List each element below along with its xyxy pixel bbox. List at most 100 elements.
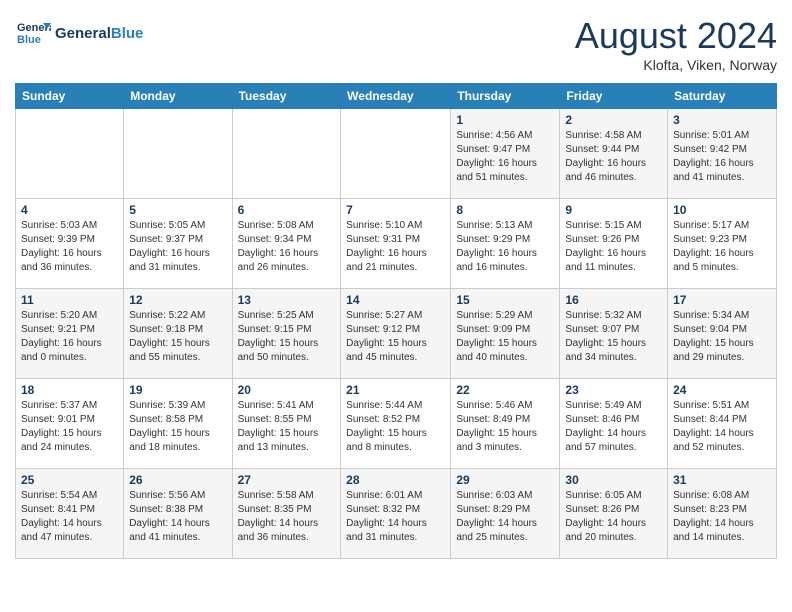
calendar-cell: 30 Sunrise: 6:05 AM Sunset: 8:26 PM Dayli… bbox=[560, 469, 668, 559]
calendar-cell: 5 Sunrise: 5:05 AM Sunset: 9:37 PM Daylig… bbox=[124, 199, 232, 289]
page-header: General Blue GeneralBlue August 2024 Klo… bbox=[15, 15, 777, 73]
day-number: 18 bbox=[21, 383, 118, 397]
calendar-week-row: 18 Sunrise: 5:37 AM Sunset: 9:01 PM Dayli… bbox=[16, 379, 777, 469]
day-number: 6 bbox=[238, 203, 336, 217]
logo: General Blue GeneralBlue bbox=[15, 15, 143, 51]
day-number: 8 bbox=[456, 203, 554, 217]
day-number: 11 bbox=[21, 293, 118, 307]
calendar-cell: 4Sunrise: 5:03 AM Sunset: 9:39 PM Daylig… bbox=[16, 199, 124, 289]
calendar-cell: 8 Sunrise: 5:13 AM Sunset: 9:29 PM Daylig… bbox=[451, 199, 560, 289]
day-number: 29 bbox=[456, 473, 554, 487]
logo-text: GeneralBlue bbox=[55, 25, 143, 42]
column-header-friday: Friday bbox=[560, 84, 668, 109]
day-number: 5 bbox=[129, 203, 226, 217]
day-info: Sunrise: 5:27 AM Sunset: 9:12 PM Dayligh… bbox=[346, 309, 445, 365]
day-info: Sunrise: 5:13 AM Sunset: 9:29 PM Dayligh… bbox=[456, 219, 554, 275]
calendar-cell: 26Sunrise: 5:56 AM Sunset: 8:38 PM Dayli… bbox=[124, 469, 232, 559]
calendar-cell: 23 Sunrise: 5:49 AM Sunset: 8:46 PM Dayli… bbox=[560, 379, 668, 469]
day-number: 19 bbox=[129, 383, 226, 397]
day-info: Sunrise: 5:22 AM Sunset: 9:18 PM Dayligh… bbox=[129, 309, 226, 365]
day-number: 2 bbox=[565, 113, 662, 127]
day-info: Sunrise: 6:03 AM Sunset: 8:29 PM Dayligh… bbox=[456, 489, 554, 545]
day-number: 22 bbox=[456, 383, 554, 397]
day-number: 9 bbox=[565, 203, 662, 217]
calendar-cell: 11 Sunrise: 5:20 AM Sunset: 9:21 PM Dayli… bbox=[16, 289, 124, 379]
day-info: Sunrise: 5:17 AM Sunset: 9:23 PM Dayligh… bbox=[673, 219, 771, 275]
calendar-cell: 16 Sunrise: 5:32 AM Sunset: 9:07 PM Dayli… bbox=[560, 289, 668, 379]
day-info: Sunrise: 5:39 AM Sunset: 8:58 PM Dayligh… bbox=[129, 399, 226, 455]
day-number: 14 bbox=[346, 293, 445, 307]
day-number: 13 bbox=[238, 293, 336, 307]
day-number: 23 bbox=[565, 383, 662, 397]
column-header-saturday: Saturday bbox=[668, 84, 777, 109]
calendar-cell bbox=[124, 109, 232, 199]
day-info: Sunrise: 5:01 AM Sunset: 9:42 PM Dayligh… bbox=[673, 129, 771, 185]
calendar-cell: 13Sunrise: 5:25 AM Sunset: 9:15 PM Dayli… bbox=[232, 289, 341, 379]
calendar-cell bbox=[232, 109, 341, 199]
day-info: Sunrise: 5:56 AM Sunset: 8:38 PM Dayligh… bbox=[129, 489, 226, 545]
day-info: Sunrise: 5:54 AM Sunset: 8:41 PM Dayligh… bbox=[21, 489, 118, 545]
calendar-cell: 17Sunrise: 5:34 AM Sunset: 9:04 PM Dayli… bbox=[668, 289, 777, 379]
calendar-cell: 7Sunrise: 5:10 AM Sunset: 9:31 PM Daylig… bbox=[341, 199, 451, 289]
calendar-week-row: 25 Sunrise: 5:54 AM Sunset: 8:41 PM Dayli… bbox=[16, 469, 777, 559]
calendar-cell: 10 Sunrise: 5:17 AM Sunset: 9:23 PM Dayli… bbox=[668, 199, 777, 289]
day-number: 25 bbox=[21, 473, 118, 487]
day-info: Sunrise: 5:37 AM Sunset: 9:01 PM Dayligh… bbox=[21, 399, 118, 455]
calendar-cell: 24 Sunrise: 5:51 AM Sunset: 8:44 PM Dayli… bbox=[668, 379, 777, 469]
day-info: Sunrise: 5:49 AM Sunset: 8:46 PM Dayligh… bbox=[565, 399, 662, 455]
day-number: 27 bbox=[238, 473, 336, 487]
calendar-cell: 12Sunrise: 5:22 AM Sunset: 9:18 PM Dayli… bbox=[124, 289, 232, 379]
calendar-cell: 20Sunrise: 5:41 AM Sunset: 8:55 PM Dayli… bbox=[232, 379, 341, 469]
day-number: 30 bbox=[565, 473, 662, 487]
calendar-cell: 31Sunrise: 6:08 AM Sunset: 8:23 PM Dayli… bbox=[668, 469, 777, 559]
day-info: Sunrise: 5:15 AM Sunset: 9:26 PM Dayligh… bbox=[565, 219, 662, 275]
calendar-cell: 1 Sunrise: 4:56 AM Sunset: 9:47 PM Daylig… bbox=[451, 109, 560, 199]
calendar-cell: 22 Sunrise: 5:46 AM Sunset: 8:49 PM Dayli… bbox=[451, 379, 560, 469]
day-number: 16 bbox=[565, 293, 662, 307]
day-info: Sunrise: 5:46 AM Sunset: 8:49 PM Dayligh… bbox=[456, 399, 554, 455]
day-number: 3 bbox=[673, 113, 771, 127]
column-header-sunday: Sunday bbox=[16, 84, 124, 109]
calendar-cell: 9 Sunrise: 5:15 AM Sunset: 9:26 PM Daylig… bbox=[560, 199, 668, 289]
calendar-cell: 18 Sunrise: 5:37 AM Sunset: 9:01 PM Dayli… bbox=[16, 379, 124, 469]
day-number: 1 bbox=[456, 113, 554, 127]
calendar-cell bbox=[341, 109, 451, 199]
day-info: Sunrise: 5:44 AM Sunset: 8:52 PM Dayligh… bbox=[346, 399, 445, 455]
calendar-week-row: 4Sunrise: 5:03 AM Sunset: 9:39 PM Daylig… bbox=[16, 199, 777, 289]
day-info: Sunrise: 5:51 AM Sunset: 8:44 PM Dayligh… bbox=[673, 399, 771, 455]
day-info: Sunrise: 5:20 AM Sunset: 9:21 PM Dayligh… bbox=[21, 309, 118, 365]
day-info: Sunrise: 4:58 AM Sunset: 9:44 PM Dayligh… bbox=[565, 129, 662, 185]
day-number: 10 bbox=[673, 203, 771, 217]
calendar-cell: 2 Sunrise: 4:58 AM Sunset: 9:44 PM Daylig… bbox=[560, 109, 668, 199]
calendar-cell: 6 Sunrise: 5:08 AM Sunset: 9:34 PM Daylig… bbox=[232, 199, 341, 289]
calendar-week-row: 11 Sunrise: 5:20 AM Sunset: 9:21 PM Dayli… bbox=[16, 289, 777, 379]
column-header-wednesday: Wednesday bbox=[341, 84, 451, 109]
calendar-week-row: 1 Sunrise: 4:56 AM Sunset: 9:47 PM Daylig… bbox=[16, 109, 777, 199]
day-number: 17 bbox=[673, 293, 771, 307]
calendar-cell: 19 Sunrise: 5:39 AM Sunset: 8:58 PM Dayli… bbox=[124, 379, 232, 469]
day-info: Sunrise: 6:05 AM Sunset: 8:26 PM Dayligh… bbox=[565, 489, 662, 545]
calendar-cell bbox=[16, 109, 124, 199]
calendar-cell: 3 Sunrise: 5:01 AM Sunset: 9:42 PM Daylig… bbox=[668, 109, 777, 199]
column-header-monday: Monday bbox=[124, 84, 232, 109]
column-header-tuesday: Tuesday bbox=[232, 84, 341, 109]
day-info: Sunrise: 4:56 AM Sunset: 9:47 PM Dayligh… bbox=[456, 129, 554, 185]
calendar-cell: 27 Sunrise: 5:58 AM Sunset: 8:35 PM Dayli… bbox=[232, 469, 341, 559]
calendar-cell: 29 Sunrise: 6:03 AM Sunset: 8:29 PM Dayli… bbox=[451, 469, 560, 559]
day-number: 24 bbox=[673, 383, 771, 397]
day-number: 4 bbox=[21, 203, 118, 217]
calendar-cell: 15Sunrise: 5:29 AM Sunset: 9:09 PM Dayli… bbox=[451, 289, 560, 379]
day-info: Sunrise: 6:01 AM Sunset: 8:32 PM Dayligh… bbox=[346, 489, 445, 545]
calendar-title-block: August 2024 Klofta, Viken, Norway bbox=[575, 15, 777, 73]
calendar-cell: 14 Sunrise: 5:27 AM Sunset: 9:12 PM Dayli… bbox=[341, 289, 451, 379]
day-number: 15 bbox=[456, 293, 554, 307]
calendar-cell: 28 Sunrise: 6:01 AM Sunset: 8:32 PM Dayli… bbox=[341, 469, 451, 559]
day-info: Sunrise: 5:05 AM Sunset: 9:37 PM Dayligh… bbox=[129, 219, 226, 275]
day-number: 28 bbox=[346, 473, 445, 487]
day-info: Sunrise: 5:32 AM Sunset: 9:07 PM Dayligh… bbox=[565, 309, 662, 365]
logo-icon: General Blue bbox=[15, 15, 51, 51]
calendar-table: SundayMondayTuesdayWednesdayThursdayFrid… bbox=[15, 83, 777, 559]
location-subtitle: Klofta, Viken, Norway bbox=[575, 57, 777, 73]
day-info: Sunrise: 5:08 AM Sunset: 9:34 PM Dayligh… bbox=[238, 219, 336, 275]
day-info: Sunrise: 5:58 AM Sunset: 8:35 PM Dayligh… bbox=[238, 489, 336, 545]
